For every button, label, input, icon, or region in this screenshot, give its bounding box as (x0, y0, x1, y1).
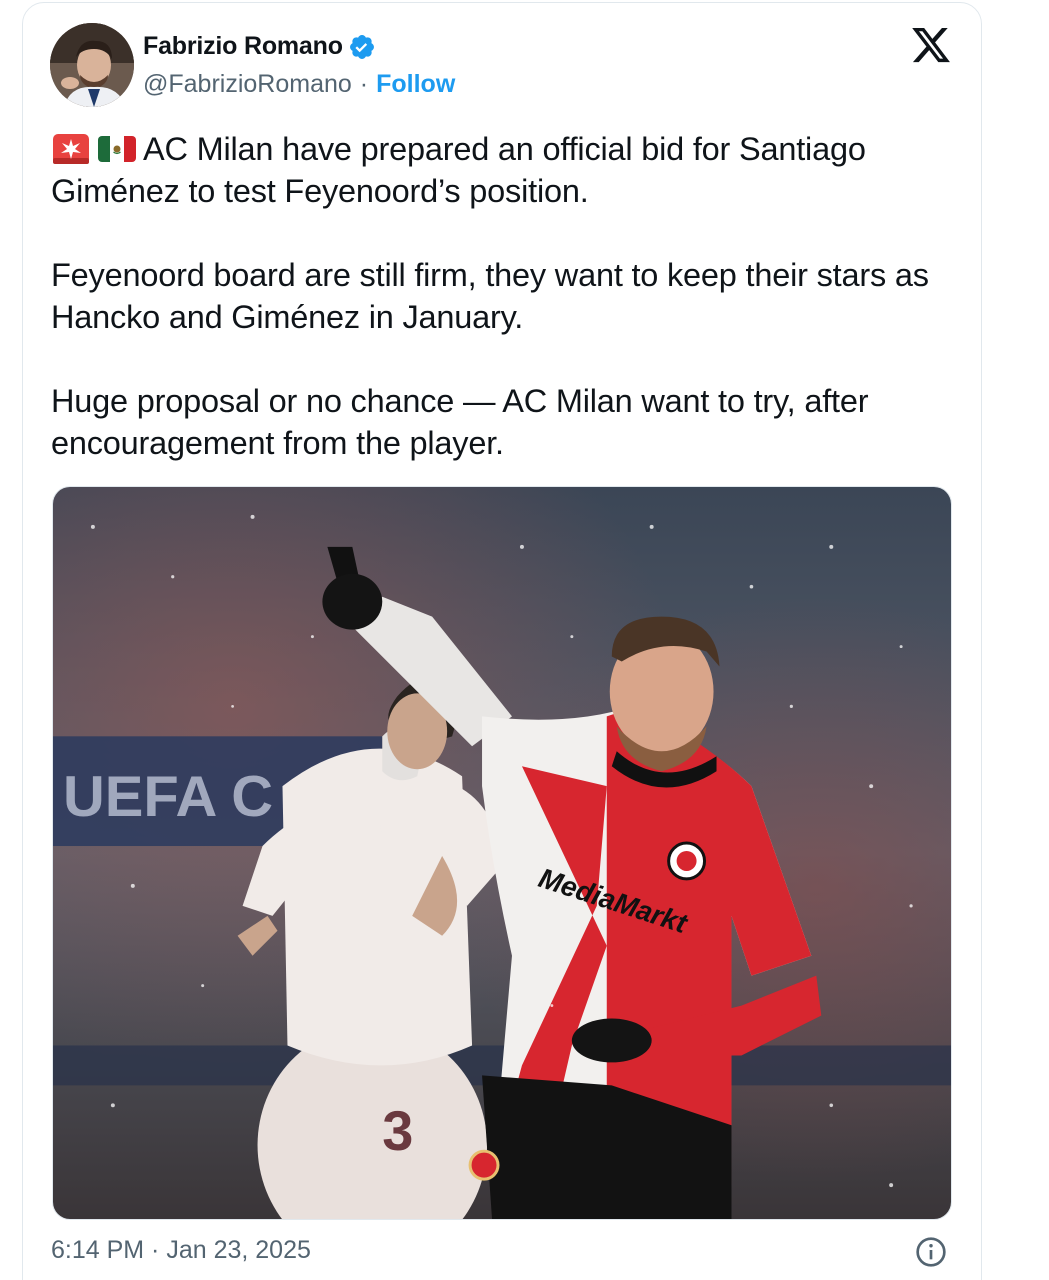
shirt-number: 3 (382, 1099, 413, 1162)
tweet-paragraph-1: AC Milan have prepared an official bid f… (51, 128, 961, 212)
x-logo-icon[interactable] (910, 24, 952, 66)
tweet-timestamp[interactable]: 6:14 PM · Jan 23, 2025 (51, 1236, 311, 1265)
verified-badge-icon (348, 33, 376, 61)
tweet-paragraph-1-text: AC Milan have prepared an official bid f… (51, 131, 866, 209)
follow-button[interactable]: Follow (376, 70, 455, 99)
tweet-paragraph-2: Feyenoord board are still firm, they wan… (51, 257, 929, 335)
author-display-name[interactable]: Fabrizio Romano (143, 32, 343, 61)
tweet-text: AC Milan have prepared an official bid f… (51, 128, 961, 464)
info-icon[interactable] (915, 1236, 947, 1268)
author-handle[interactable]: @FabrizioRomano (143, 70, 352, 99)
tweet-paragraph-3: Huge proposal or no chance — AC Milan wa… (51, 383, 869, 461)
rotating-light-emoji (51, 132, 91, 166)
author-avatar[interactable] (50, 23, 134, 107)
uefa-banner-text: UEFA C (63, 765, 273, 829)
author-handle-row: @FabrizioRomano · Follow (143, 70, 455, 99)
mexico-flag-emoji (97, 132, 137, 166)
separator-dot: · (359, 70, 369, 98)
tweet-photo[interactable]: UEFA C 3 MediaMarkt (52, 486, 952, 1220)
author-name-row: Fabrizio Romano (143, 32, 376, 61)
